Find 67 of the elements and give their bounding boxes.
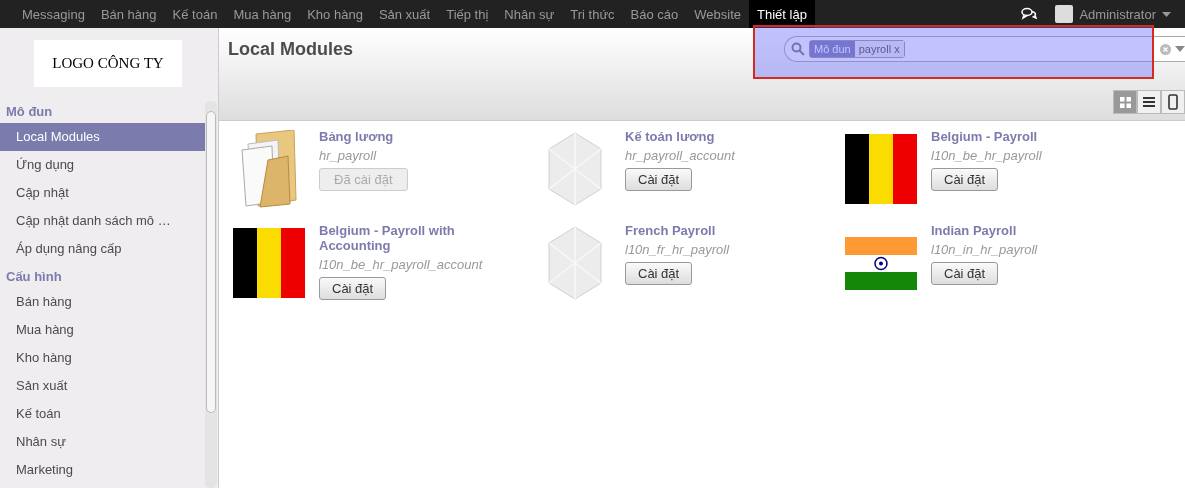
sidebar-item[interactable]: Mua hàng [0,316,205,344]
module-name[interactable]: Indian Payroll [931,223,1101,238]
avatar-placeholder [1055,5,1074,23]
module-name[interactable]: Belgium - Payroll [931,129,1101,144]
user-menu[interactable]: Administrator [1079,6,1156,22]
sidebar-section-title: Cấu hình [5,268,63,286]
install-button[interactable]: Cài đặt [625,168,693,191]
module-technical-name: hr_payroll [319,148,378,163]
menu-tab[interactable]: Báo cáo [622,0,687,28]
list-view-button[interactable] [1137,90,1161,114]
menu-tab[interactable]: Mua hàng [225,0,300,28]
menu-tab[interactable]: Sản xuất [370,0,439,28]
grid-icon [1119,96,1131,108]
sidebar-item[interactable]: Local Modules [0,123,205,151]
install-button[interactable]: Cài đặt [319,277,387,300]
folder-icon [238,130,300,208]
company-logo: LOGO CÔNG TY [34,40,182,87]
search-field[interactable]: Mô đun payroll x [784,36,1185,62]
menu-tab[interactable]: Tri thức [562,0,623,28]
sidebar-item[interactable]: Nhân sự [0,428,205,456]
sidebar-item[interactable]: Ứng dụng [0,151,205,179]
menu-tab[interactable]: Tiếp thị [438,0,497,28]
facet-value: payroll x [854,41,904,57]
module-technical-name: l10n_be_hr_payroll [931,148,1043,163]
module-name[interactable]: Belgium - Payroll with Accounting [319,223,489,253]
dropdown-caret-icon[interactable] [1175,46,1185,52]
menu-tab[interactable]: Website [686,0,750,28]
form-view-button[interactable] [1161,90,1185,114]
flag-icon [845,236,917,290]
module-name[interactable]: Bảng lương [319,129,489,144]
flag-icon [845,134,917,204]
menu-tab[interactable]: Kho hàng [299,0,371,28]
install-button[interactable]: Cài đặt [625,262,693,285]
sidebar-section-title: Mô đun [5,103,54,121]
facet-label: Mô đun [810,41,855,57]
module-name[interactable]: Kế toán lương [625,129,795,144]
menu-tab[interactable]: Thiết lập [749,0,815,28]
menu-tab[interactable]: Messaging [14,0,93,28]
module-technical-name: l10n_be_hr_payroll_account [319,257,484,272]
flag-icon [233,228,305,298]
cube-icon [547,131,603,207]
facet-remove[interactable]: x [894,43,900,55]
sidebar-item[interactable]: Áp dụng nâng cấp [0,235,205,263]
chat-icon[interactable] [1021,7,1038,21]
sidebar-item[interactable]: Cập nhật danh sách mô … [0,207,205,235]
sidebar-item[interactable]: Bán hàng [0,288,205,316]
menu-tab[interactable]: Kế toán [164,0,226,28]
scrollbar[interactable] [205,101,217,488]
sidebar-item[interactable]: Kế toán [0,400,205,428]
form-icon [1168,94,1178,110]
caret-icon[interactable] [1162,11,1171,17]
cube-icon [547,225,603,301]
module-name[interactable]: French Payroll [625,223,795,238]
search-icon [791,42,805,56]
sidebar-item[interactable]: Kho hàng [0,344,205,372]
sidebar-item[interactable]: Marketing [0,456,205,484]
install-button[interactable]: Cài đặt [931,262,999,285]
install-button[interactable]: Cài đặt [931,168,999,191]
module-technical-name: l10n_fr_hr_payroll [625,242,731,257]
module-technical-name: l10n_in_hr_payroll [931,242,1039,257]
menu-tab[interactable]: Nhân sự [496,0,563,28]
list-icon [1143,97,1155,107]
page-title: Local Modules [228,38,353,60]
sidebar-item[interactable]: Cập nhật [0,179,205,207]
sidebar-item[interactable]: Sản xuất [0,372,205,400]
menu-tab[interactable]: Bán hàng [92,0,165,28]
module-technical-name: hr_payroll_account [625,148,737,163]
